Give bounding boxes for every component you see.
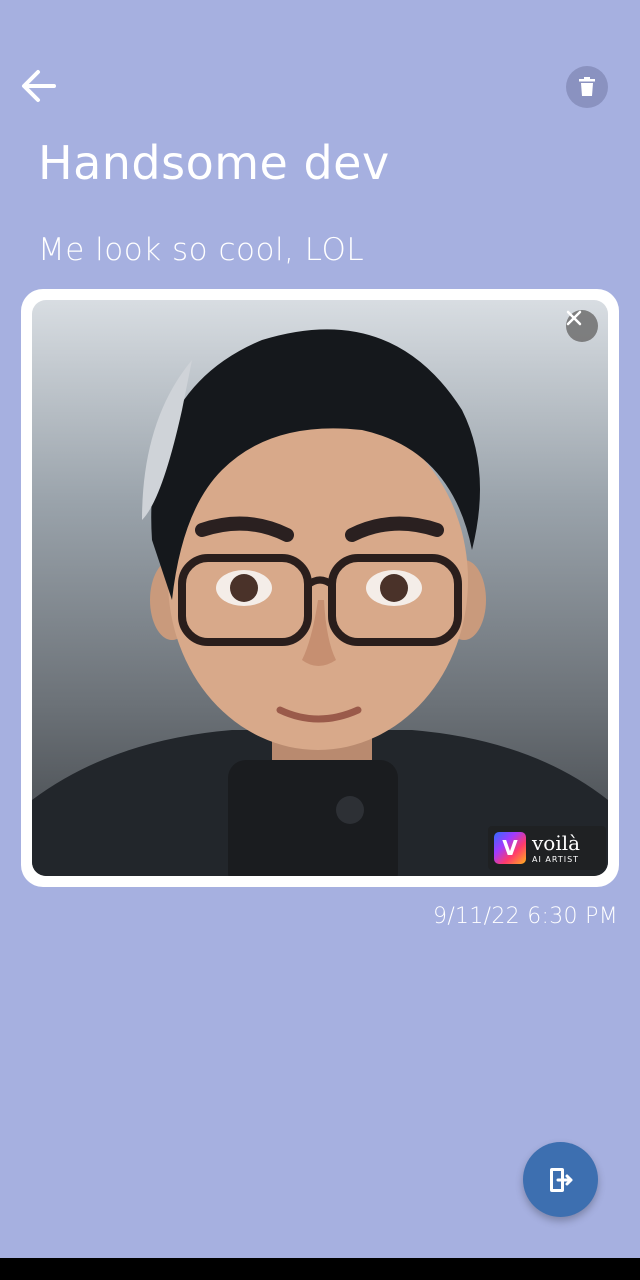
system-nav-bar [0,1258,640,1280]
voila-logo-icon: V [494,832,526,864]
note-title[interactable]: Handsome dev [38,136,390,190]
close-icon [566,310,582,326]
note-body[interactable]: Me look so cool, LOL [38,232,364,268]
trash-icon [579,77,595,96]
note-detail-screen: Handsome dev Me look so cool, LOL V voil… [0,0,640,1280]
back-button[interactable] [16,64,60,108]
image-card: V voilà AI ARTIST [21,289,619,887]
remove-image-button[interactable] [566,310,598,342]
delete-button[interactable] [566,66,608,108]
watermark-tagline: AI ARTIST [532,854,580,864]
export-icon [549,1167,572,1192]
arrow-left-icon [22,70,56,102]
note-timestamp: 9/11/22 6:30 PM [433,904,618,929]
watermark-logo-letter: V [502,836,518,860]
watermark: V voilà AI ARTIST [488,826,606,870]
note-photo[interactable]: V voilà AI ARTIST [32,300,608,876]
export-fab-button[interactable] [523,1142,598,1217]
avatar-illustration [32,329,608,876]
watermark-brand: voilà [532,830,581,855]
